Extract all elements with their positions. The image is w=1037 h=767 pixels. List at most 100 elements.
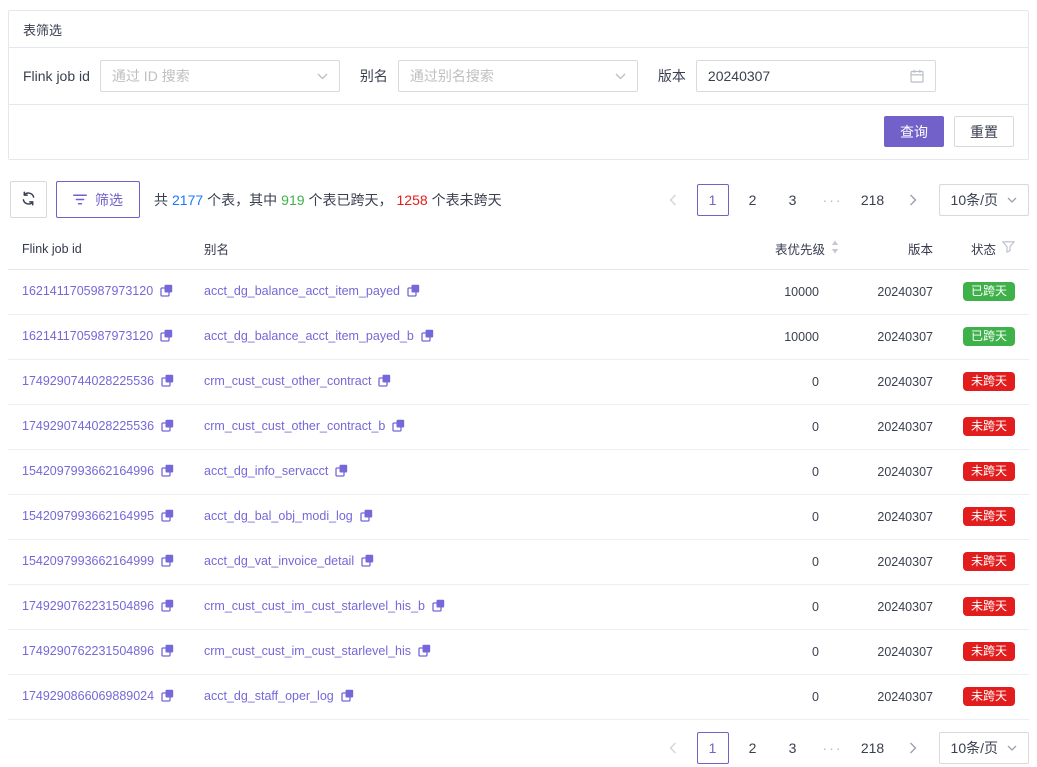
copy-icon[interactable]: [161, 599, 174, 615]
copy-icon[interactable]: [361, 554, 374, 570]
table-row: 1621411705987973120 acct_dg_balance_acct…: [8, 314, 1029, 359]
copy-icon[interactable]: [407, 284, 420, 300]
table-row: 1542097993662164995 acct_dg_bal_obj_modi…: [8, 494, 1029, 539]
page-button-1[interactable]: 1: [697, 184, 729, 216]
status-badge: 已跨天: [963, 282, 1015, 301]
flink-job-id-link[interactable]: 1621411705987973120: [22, 329, 153, 343]
flink-job-id-select[interactable]: 通过 ID 搜索: [100, 60, 340, 92]
chevron-down-icon: [1007, 745, 1017, 751]
alias-link[interactable]: acct_dg_bal_obj_modi_log: [204, 509, 353, 523]
copy-icon[interactable]: [392, 419, 405, 435]
copy-icon[interactable]: [360, 509, 373, 525]
page-ellipsis[interactable]: ···: [817, 732, 849, 764]
table-summary: 共2177个表，其中919个表已跨天，1258个表未跨天: [154, 190, 502, 210]
pagination-top: 1 2 3 ··· 218 10条/页: [657, 184, 1029, 216]
next-page-button[interactable]: [897, 184, 929, 216]
version-cell: 20240307: [839, 629, 933, 674]
flink-job-id-link[interactable]: 1749290744028225536: [22, 419, 154, 433]
flink-job-id-link[interactable]: 1749290866069889024: [22, 689, 154, 703]
column-header-flink-job-id: Flink job id: [8, 229, 204, 269]
table-row: 1621411705987973120 acct_dg_balance_acct…: [8, 269, 1029, 314]
alias-link[interactable]: crm_cust_cust_im_cust_starlevel_his: [204, 644, 411, 658]
copy-icon[interactable]: [160, 284, 173, 300]
priority-cell: 0: [691, 584, 839, 629]
copy-icon[interactable]: [418, 644, 431, 660]
copy-icon[interactable]: [161, 464, 174, 480]
flink-job-id-link[interactable]: 1749290744028225536: [22, 374, 154, 388]
page-ellipsis[interactable]: ···: [817, 184, 849, 216]
page-button-218[interactable]: 218: [857, 732, 889, 764]
alias-select[interactable]: 通过别名搜索: [398, 60, 638, 92]
copy-icon[interactable]: [432, 599, 445, 615]
sorter-icon[interactable]: [831, 240, 839, 257]
next-page-button[interactable]: [897, 732, 929, 764]
filter-funnel-icon[interactable]: [1002, 241, 1015, 256]
filter-button[interactable]: 筛选: [56, 181, 140, 218]
status-badge: 未跨天: [963, 372, 1015, 391]
alias-link[interactable]: crm_cust_cust_other_contract_b: [204, 419, 385, 433]
copy-icon[interactable]: [161, 374, 174, 390]
flink-job-id-link[interactable]: 1749290762231504896: [22, 599, 154, 613]
flink-job-id-link[interactable]: 1542097993662164996: [22, 464, 154, 478]
alias-link[interactable]: acct_dg_balance_acct_item_payed: [204, 284, 400, 298]
version-label: 版本: [658, 66, 686, 86]
flink-job-id-link[interactable]: 1749290762231504896: [22, 644, 154, 658]
version-cell: 20240307: [839, 359, 933, 404]
page-button-3[interactable]: 3: [777, 732, 809, 764]
copy-icon[interactable]: [335, 464, 348, 480]
flink-job-id-link[interactable]: 1542097993662164999: [22, 554, 154, 568]
alias-link[interactable]: acct_dg_balance_acct_item_payed_b: [204, 329, 414, 343]
copy-icon[interactable]: [421, 329, 434, 345]
calendar-icon: [910, 69, 924, 83]
copy-icon[interactable]: [161, 419, 174, 435]
filter-form: Flink job id 通过 ID 搜索 别名 通过别名搜索 版本 20240…: [9, 48, 1028, 105]
priority-cell: 10000: [691, 314, 839, 359]
version-cell: 20240307: [839, 404, 933, 449]
copy-icon[interactable]: [161, 554, 174, 570]
flink-job-id-link[interactable]: 1621411705987973120: [22, 284, 153, 298]
copy-icon[interactable]: [378, 374, 391, 390]
filter-lines-icon: [73, 192, 87, 208]
status-badge: 未跨天: [963, 597, 1015, 616]
alias-link[interactable]: crm_cust_cust_im_cust_starlevel_his_b: [204, 599, 425, 613]
flink-job-id-link[interactable]: 1542097993662164995: [22, 509, 154, 523]
page-button-218[interactable]: 218: [857, 184, 889, 216]
page-size-select[interactable]: 10条/页: [939, 184, 1029, 216]
total-count: 2177: [172, 192, 203, 208]
prev-page-button[interactable]: [657, 184, 689, 216]
page-button-3[interactable]: 3: [777, 184, 809, 216]
copy-icon[interactable]: [161, 644, 174, 660]
alias-link[interactable]: acct_dg_staff_oper_log: [204, 689, 334, 703]
status-badge: 未跨天: [963, 417, 1015, 436]
column-header-priority[interactable]: 表优先级: [691, 229, 839, 269]
copy-icon[interactable]: [161, 509, 174, 525]
table-toolbar: 筛选 共2177个表，其中919个表已跨天，1258个表未跨天 1 2 3 ··…: [10, 181, 1029, 218]
page-size-select[interactable]: 10条/页: [939, 732, 1029, 764]
copy-icon[interactable]: [341, 689, 354, 705]
chevron-down-icon: [317, 73, 328, 80]
copy-icon[interactable]: [161, 689, 174, 705]
version-cell: 20240307: [839, 584, 933, 629]
version-cell: 20240307: [839, 449, 933, 494]
priority-cell: 0: [691, 404, 839, 449]
priority-cell: 10000: [691, 269, 839, 314]
alias-link[interactable]: crm_cust_cust_other_contract: [204, 374, 371, 388]
page-button-1[interactable]: 1: [697, 732, 729, 764]
column-header-status[interactable]: 状态: [933, 229, 1029, 269]
reset-button[interactable]: 重置: [954, 116, 1014, 147]
refresh-button[interactable]: [10, 181, 47, 218]
table-row: 1749290744028225536 crm_cust_cust_other_…: [8, 359, 1029, 404]
copy-icon[interactable]: [160, 329, 173, 345]
version-date-input[interactable]: 20240307: [696, 60, 936, 92]
status-badge: 未跨天: [963, 552, 1015, 571]
version-cell: 20240307: [839, 314, 933, 359]
prev-page-button[interactable]: [657, 732, 689, 764]
alias-link[interactable]: acct_dg_info_servacct: [204, 464, 328, 478]
priority-cell: 0: [691, 674, 839, 719]
page-button-2[interactable]: 2: [737, 184, 769, 216]
alias-link[interactable]: acct_dg_vat_invoice_detail: [204, 554, 354, 568]
table-row: 1749290866069889024 acct_dg_staff_oper_l…: [8, 674, 1029, 719]
query-button[interactable]: 查询: [884, 116, 944, 147]
page-button-2[interactable]: 2: [737, 732, 769, 764]
version-cell: 20240307: [839, 539, 933, 584]
